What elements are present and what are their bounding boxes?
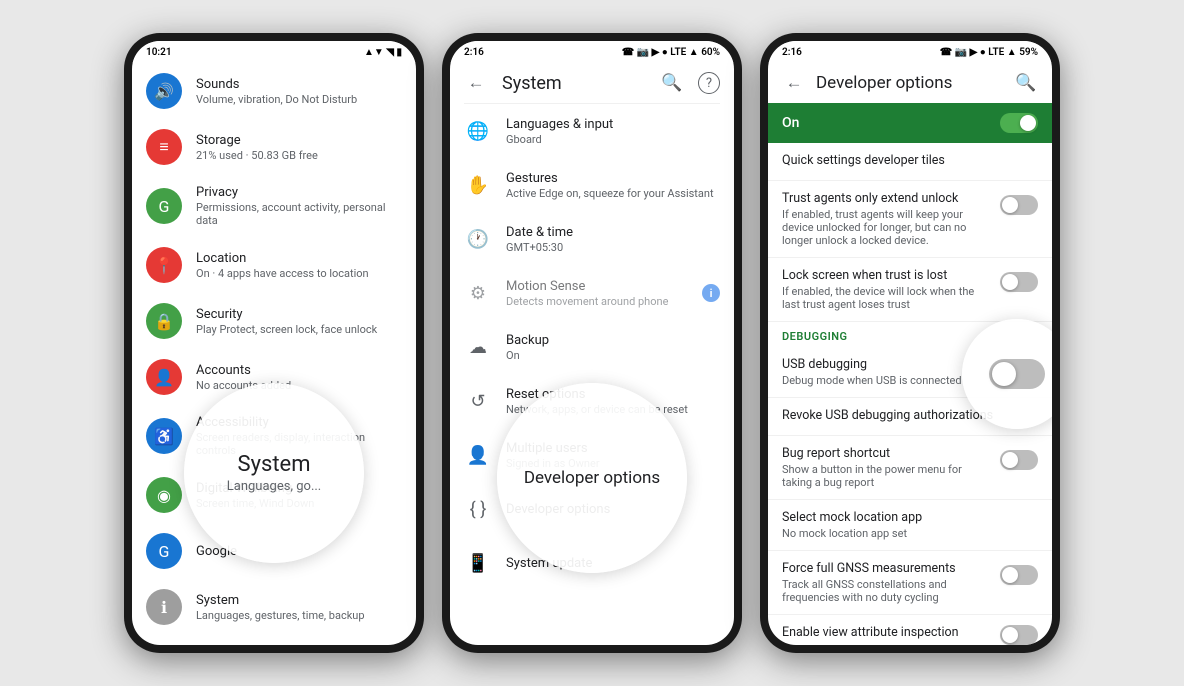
- gestures-icon: ✋: [464, 171, 492, 199]
- settings-item-privacy[interactable]: G Privacy Permissions, account activity,…: [132, 175, 416, 237]
- sounds-icon: 🔊: [146, 73, 182, 109]
- motion-icon: ⚙: [464, 279, 492, 307]
- privacy-icon: G: [146, 188, 182, 224]
- gnss-toggle[interactable]: [1000, 565, 1038, 585]
- system-icon: ℹ: [146, 589, 182, 625]
- dev-item-usb-debugging[interactable]: USB debugging Debug mode when USB is con…: [768, 347, 1052, 398]
- dev-circle-text: Developer options: [524, 468, 660, 488]
- settings-item-system[interactable]: ℹ System Languages, gestures, time, back…: [132, 579, 416, 635]
- status-time-3: 2:16: [782, 47, 802, 58]
- motion-badge: i: [702, 284, 720, 302]
- system-item-motion[interactable]: ⚙ Motion Sense Detects movement around p…: [450, 266, 734, 320]
- dev-item-lockscreen[interactable]: Lock screen when trust is lost If enable…: [768, 258, 1052, 322]
- circle-sub-text: Languages, go...: [227, 479, 321, 494]
- dev-item-gnss[interactable]: Force full GNSS measurements Track all G…: [768, 551, 1052, 615]
- status-icons-1: ▲▼ ◥ ▮: [364, 47, 402, 58]
- developer-toggle[interactable]: [1000, 113, 1038, 133]
- dev-options-title: Developer options: [816, 73, 1004, 93]
- status-time-2: 2:16: [464, 47, 484, 58]
- dev-item-mocklocation[interactable]: Select mock location app No mock locatio…: [768, 500, 1052, 551]
- phone-1: 10:21 ▲▼ ◥ ▮ 🔊 Sounds Volume, vibration,…: [124, 33, 424, 653]
- usb-large-toggle[interactable]: [989, 359, 1045, 389]
- digital-wellbeing-icon: ◉: [146, 477, 182, 513]
- system-item-gestures[interactable]: ✋ Gestures Active Edge on, squeeze for y…: [450, 158, 734, 212]
- status-time-1: 10:21: [146, 47, 172, 58]
- system-item-languages[interactable]: 🌐 Languages & input Gboard: [450, 104, 734, 158]
- accessibility-icon: ♿: [146, 418, 182, 454]
- dev-options-circle-overlay: Developer options: [497, 383, 687, 573]
- status-right-1: ▲▼ ◥ ▮: [364, 47, 402, 58]
- location-icon: 📍: [146, 247, 182, 283]
- languages-icon: 🌐: [464, 117, 492, 145]
- reset-icon: ↺: [464, 387, 492, 415]
- datetime-icon: 🕐: [464, 225, 492, 253]
- security-icon: 🔒: [146, 303, 182, 339]
- system-header: ← System 🔍 ?: [450, 63, 734, 103]
- phone-3: 2:16 ☎ 📷 ▶ ● LTE ▲ 59% ← Developer optio…: [760, 33, 1060, 653]
- dev-item-trustagents[interactable]: Trust agents only extend unlock If enabl…: [768, 181, 1052, 258]
- storage-icon: ≡: [146, 129, 182, 165]
- phone2-status-icons: ☎ 📷 ▶ ● LTE ▲ 60%: [622, 47, 720, 58]
- phone3-status-icons: ☎ 📷 ▶ ● LTE ▲ 59%: [940, 47, 1038, 58]
- trust-agents-toggle[interactable]: [1000, 195, 1038, 215]
- accounts-icon: 👤: [146, 359, 182, 395]
- devmenu-icon: { }: [464, 495, 492, 523]
- settings-item-about[interactable]: 📱 About phone Pixel 4 XL: [132, 635, 416, 645]
- help-button-2[interactable]: ?: [698, 72, 720, 94]
- back-button-2[interactable]: ←: [464, 71, 488, 95]
- header-icons-2: 🔍 ?: [660, 71, 720, 95]
- dev-item-viewattribute[interactable]: Enable view attribute inspection: [768, 615, 1052, 645]
- settings-item-sounds[interactable]: 🔊 Sounds Volume, vibration, Do Not Distu…: [132, 63, 416, 119]
- status-right-3: ☎ 📷 ▶ ● LTE ▲ 59%: [940, 47, 1038, 58]
- phone-2-screen: 2:16 ☎ 📷 ▶ ● LTE ▲ 60% ← System 🔍 ? 🌐 La…: [450, 41, 734, 645]
- system-item-datetime[interactable]: 🕐 Date & time GMT+05:30: [450, 212, 734, 266]
- system-item-backup[interactable]: ☁ Backup On: [450, 320, 734, 374]
- phone-1-screen: 10:21 ▲▼ ◥ ▮ 🔊 Sounds Volume, vibration,…: [132, 41, 416, 645]
- dev-item-quicksettings[interactable]: Quick settings developer tiles: [768, 143, 1052, 181]
- google-icon: G: [146, 533, 182, 569]
- multiuser-icon: 👤: [464, 441, 492, 469]
- phone-2: 2:16 ☎ 📷 ▶ ● LTE ▲ 60% ← System 🔍 ? 🌐 La…: [442, 33, 742, 653]
- status-bar-2: 2:16 ☎ 📷 ▶ ● LTE ▲ 60%: [450, 41, 734, 63]
- on-label: On: [782, 115, 799, 131]
- search-button-2[interactable]: 🔍: [660, 71, 684, 95]
- system-title: System: [502, 73, 646, 94]
- search-button-3[interactable]: 🔍: [1014, 71, 1038, 95]
- settings-item-storage[interactable]: ≡ Storage 21% used · 50.83 GB free: [132, 119, 416, 175]
- dev-item-bugreport[interactable]: Bug report shortcut Show a button in the…: [768, 436, 1052, 500]
- lockscreen-toggle[interactable]: [1000, 272, 1038, 292]
- status-right-2: ☎ 📷 ▶ ● LTE ▲ 60%: [622, 47, 720, 58]
- sounds-text: Sounds Volume, vibration, Do Not Disturb: [196, 77, 402, 106]
- settings-item-location[interactable]: 📍 Location On · 4 apps have access to lo…: [132, 237, 416, 293]
- developer-on-bar: On: [768, 103, 1052, 143]
- developer-options-list: Quick settings developer tiles Trust age…: [768, 143, 1052, 645]
- settings-item-security[interactable]: 🔒 Security Play Protect, screen lock, fa…: [132, 293, 416, 349]
- sounds-title: Sounds: [196, 77, 402, 92]
- back-button-3[interactable]: ←: [782, 71, 806, 95]
- sysupdate-icon: 📱: [464, 549, 492, 577]
- circle-main-text: System: [238, 452, 311, 477]
- bugreport-toggle[interactable]: [1000, 450, 1038, 470]
- storage-text: Storage 21% used · 50.83 GB free: [196, 133, 402, 162]
- status-bar-1: 10:21 ▲▼ ◥ ▮: [132, 41, 416, 63]
- dev-options-header: ← Developer options 🔍: [768, 63, 1052, 103]
- backup-icon: ☁: [464, 333, 492, 361]
- system-circle-overlay: System Languages, go...: [184, 383, 364, 563]
- viewattribute-toggle[interactable]: [1000, 625, 1038, 645]
- sounds-subtitle: Volume, vibration, Do Not Disturb: [196, 93, 402, 106]
- phone-3-screen: 2:16 ☎ 📷 ▶ ● LTE ▲ 59% ← Developer optio…: [768, 41, 1052, 645]
- status-bar-3: 2:16 ☎ 📷 ▶ ● LTE ▲ 59%: [768, 41, 1052, 63]
